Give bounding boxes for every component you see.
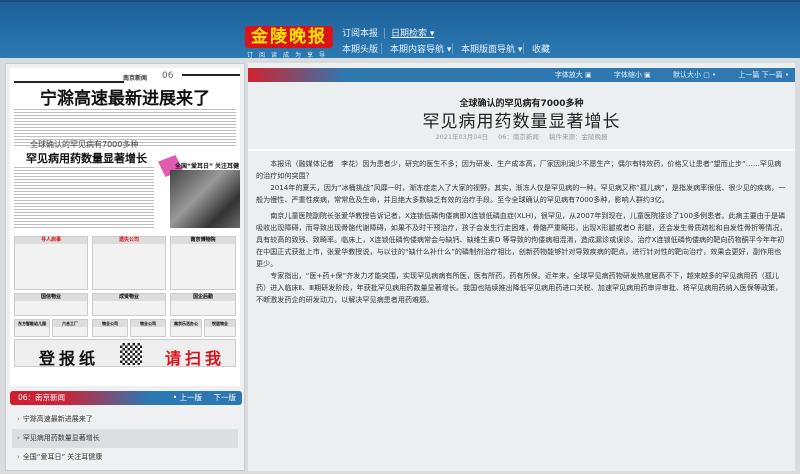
- banner-left-text: 登报纸: [39, 349, 100, 368]
- list-item-label: 全国“爱耳日” 关注耳健康: [22, 453, 103, 461]
- ad-title: 南京乐活办公: [171, 320, 201, 327]
- prev-page-button[interactable]: • 上一版: [173, 391, 202, 405]
- logo-slogan: 订阅读成为享导: [246, 52, 331, 59]
- ad-box: 东方智能幼儿园: [14, 319, 50, 337]
- paper-section: 南京新闻: [123, 75, 148, 82]
- ad-title: 六合工厂: [53, 320, 87, 327]
- ad-box: 成贤物业: [92, 293, 166, 316]
- article-toolbar: 字体放大 ▣ 字体缩小 ▣ 默认大小 ▢ • 上一篇 下一篇 •: [248, 68, 795, 82]
- font-shrink-label: 字体缩小: [613, 71, 642, 79]
- ad-title: 悦居物业: [205, 320, 235, 327]
- content-nav-label: 本期内容导航: [390, 45, 445, 55]
- article-paragraph: 南京儿童医院副院长张爱华教授告诉记者，X连锁低磷佝偻病即X连锁低磷血症(XLH)…: [256, 211, 787, 268]
- paper-page-number: 06: [162, 71, 174, 81]
- article-meta: 2021年03月04日 06：南京新闻 稿件来源：金陵晚报: [248, 131, 795, 141]
- subscribe-link[interactable]: 订阅本报: [342, 26, 378, 39]
- font-enlarge-label: 字体放大: [554, 71, 583, 79]
- article-paragraph: 本报讯（融媒体记者 李花）因为患者少，研究的医生不多；因为研发、生产成本高，厂家…: [256, 159, 782, 180]
- list-item[interactable]: › 宁滁高速最新进展来了: [12, 410, 238, 429]
- list-item[interactable]: › 罕见病用药数量显著增长: [12, 429, 238, 448]
- ad-title: 国信物业: [15, 294, 87, 301]
- divider: [384, 28, 385, 39]
- prev-next-label: 上一篇 下一篇: [738, 71, 783, 79]
- page-bar: 06：南京新闻 • 上一版 下一版: [10, 391, 242, 405]
- banner-right-text: 请扫我: [165, 349, 226, 368]
- chevron-right-icon: ›: [17, 434, 20, 442]
- rule: [14, 81, 124, 83]
- article-panel: 字体放大 ▣ 字体缩小 ▣ 默认大小 ▢ • 上一篇 下一篇 • 全球确认的罕见…: [248, 63, 795, 471]
- site-header: 金陵晚报 订阅读成为享导 订阅本报 日期检索 ▾ 本期头版 本期内容导航 ▾ 本…: [0, 0, 800, 59]
- page-nav-label: 本期版面导航: [461, 45, 516, 55]
- paper-headline: 宁滁高速最新进展来了: [40, 89, 210, 109]
- list-item-label: 宁滁高速最新进展来了: [22, 415, 93, 423]
- article-list: › 宁滁高速最新进展来了 › 罕见病用药数量显著增长 › 全国“爱耳日” 关注耳健康: [12, 410, 238, 467]
- ad-title: 物业公司: [93, 320, 127, 327]
- ad-box: 六合工厂: [52, 319, 88, 337]
- ad-title: 国企后勤: [171, 294, 235, 301]
- logo[interactable]: 金陵晚报: [245, 26, 333, 48]
- font-enlarge-button[interactable]: 字体放大 ▣: [545, 71, 592, 79]
- ad-title: 遗失公司: [93, 237, 165, 244]
- date-search-menu[interactable]: 日期检索 ▾: [391, 26, 434, 39]
- text-columns: [14, 166, 154, 228]
- paper-subheadline: 全球确认的罕见病有7000多种: [30, 140, 139, 149]
- favorite-link[interactable]: 收藏: [532, 42, 550, 55]
- article-paragraph: 专家指出，“医+药+保”齐发力才能突围，实现罕见病病有所医，医有所药，药有所保。…: [256, 271, 783, 304]
- page-nav-menu[interactable]: 本期版面导航 ▾: [461, 42, 522, 55]
- divider: [248, 149, 795, 151]
- ad-title: 南京博物院: [171, 237, 235, 244]
- article-date: 2021年03月04日: [435, 133, 489, 141]
- divider: [381, 43, 382, 54]
- ad-box: 国企后勤: [170, 293, 236, 316]
- chevron-right-icon: ›: [17, 453, 20, 461]
- headline-page-link[interactable]: 本期头版: [342, 42, 378, 55]
- divider: [452, 43, 453, 54]
- article-title: 罕见病用药数量显著增长: [422, 112, 621, 132]
- ad-box: 悦居物业: [204, 319, 236, 337]
- article-source: 稿件来源：金陵晚报: [549, 133, 608, 141]
- current-page-label: 06：南京新闻: [18, 393, 66, 402]
- chevron-right-icon: ›: [17, 415, 20, 423]
- ad-box: 南京乐活办公: [170, 319, 202, 337]
- divider: [523, 43, 524, 54]
- ad-box: 物业公司: [130, 319, 166, 337]
- prev-next-article-button[interactable]: 上一篇 下一篇 •: [728, 71, 789, 79]
- ad-box: 物业公司: [92, 319, 128, 337]
- content-nav-menu[interactable]: 本期内容导航 ▾: [390, 42, 451, 55]
- prev-page-label: 上一版: [179, 393, 203, 402]
- list-item[interactable]: › 全国“爱耳日” 关注耳健康: [12, 448, 238, 467]
- default-size-label: 默认大小: [672, 71, 701, 79]
- list-item-label: 罕见病用药数量显著增长: [22, 434, 100, 442]
- date-search-label: 日期检索: [391, 29, 428, 39]
- font-shrink-button[interactable]: 字体缩小 ▣: [604, 71, 651, 79]
- ad-box: 南京博物院: [170, 236, 236, 290]
- newspaper-page-image[interactable]: 南京新闻 06 宁滁高速最新进展来了 全球确认的罕见病有7000多种 罕见病用药…: [10, 68, 240, 386]
- qr-code-icon: [120, 343, 142, 365]
- article-page: 06：南京新闻: [498, 133, 539, 141]
- page-preview-panel: 南京新闻 06 宁滁高速最新进展来了 全球确认的罕见病有7000多种 罕见病用药…: [5, 63, 245, 471]
- default-size-button[interactable]: 默认大小 ▢ •: [663, 71, 716, 79]
- news-photo: [170, 170, 240, 228]
- ad-box: 遗失公司: [92, 236, 166, 290]
- ad-title: 东方智能幼儿园: [15, 320, 49, 327]
- ad-title: 成贤物业: [93, 294, 165, 301]
- paper-headline-2: 罕见病用药数量显著增长: [26, 152, 147, 165]
- article-paragraph: 2014年的夏天，因为“冰桶挑战”风靡一时，渐冻症走入了大家的视野，其实，渐冻人…: [256, 183, 786, 204]
- ad-box: 国信物业: [14, 293, 88, 316]
- ad-box: 寻人启事: [14, 236, 88, 290]
- ad-title: 寻人启事: [15, 237, 87, 244]
- rule: [182, 74, 240, 76]
- article-body: 本报讯（融媒体记者 李花）因为患者少，研究的医生不多；因为研发、生产成本高，厂家…: [256, 158, 788, 306]
- next-page-button[interactable]: 下一版: [214, 391, 237, 405]
- ad-banner: 登报纸 请扫我: [14, 339, 236, 368]
- ad-title: 物业公司: [131, 320, 165, 327]
